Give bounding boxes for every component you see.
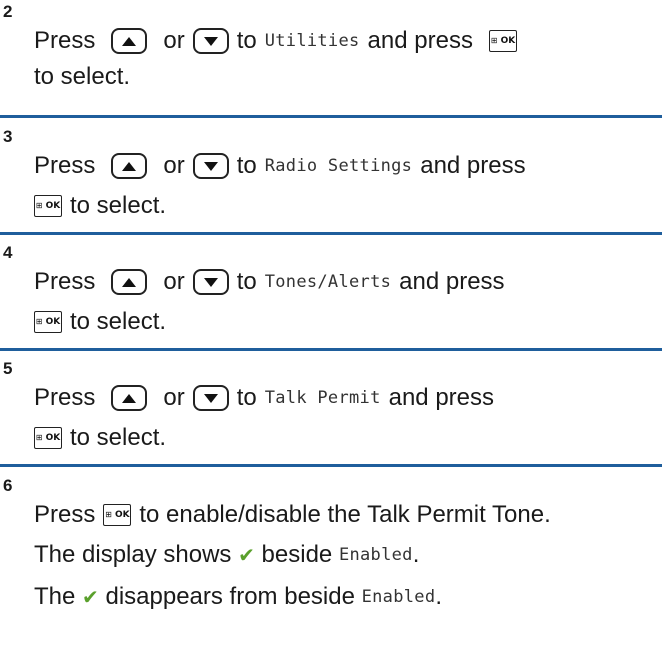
step-text: The — [34, 583, 76, 610]
separator — [0, 348, 662, 351]
up-arrow-button-icon — [111, 28, 148, 54]
result-disabled: The ✔ disappears from beside Enabled. — [34, 580, 442, 614]
step-line-1: Press ⊞ OK to enable/disable the Talk Pe… — [34, 498, 551, 532]
step-number: 2 — [3, 2, 13, 21]
step-text: to — [236, 27, 257, 54]
step-text: Press — [34, 268, 96, 295]
step-text: or — [163, 384, 185, 411]
menu-ok-button-icon: ⊞ OK — [34, 195, 62, 217]
menu-item-name: Enabled — [338, 545, 413, 565]
step-text: to select. — [70, 192, 167, 219]
step-text: or — [163, 268, 185, 295]
separator — [0, 232, 662, 235]
checkmark-icon: ✔ — [238, 544, 255, 567]
step-number: 5 — [3, 359, 13, 378]
step-text: beside — [261, 541, 333, 568]
step-text: . — [435, 583, 443, 610]
menu-item-name: Radio Settings — [264, 156, 413, 176]
menu-item-name: Enabled — [361, 587, 436, 607]
menu-ok-button-icon: ⊞ OK — [488, 30, 517, 52]
step-text: to — [236, 384, 257, 411]
step-text: or — [163, 27, 185, 54]
step-text: to — [236, 268, 257, 295]
step-text: or — [163, 152, 185, 179]
step-text: to enable/disable the Talk Permit Tone. — [139, 501, 551, 528]
step-text: Press — [34, 27, 96, 54]
step-line-2: to select. — [34, 60, 130, 94]
step-line-1: Press or to Radio Settings and press — [34, 149, 526, 183]
step-number: 4 — [3, 243, 13, 262]
up-arrow-button-icon — [111, 153, 148, 179]
separator — [0, 115, 662, 118]
step-line-1: Press or to Utilities and press ⊞ OK — [34, 24, 517, 58]
step-text: Press — [34, 501, 96, 528]
step-text: and press — [420, 152, 526, 179]
step-text: disappears from beside — [105, 583, 355, 610]
menu-ok-button-icon: ⊞ OK — [34, 311, 62, 333]
step-text: to select. — [70, 424, 167, 451]
checkmark-icon: ✔ — [82, 586, 99, 609]
step-line-2: ⊞ OK to select. — [34, 189, 166, 223]
menu-ok-button-icon: ⊞ OK — [103, 504, 132, 526]
down-arrow-button-icon — [192, 269, 229, 295]
step-text: Press — [34, 152, 96, 179]
step-text: and press — [388, 384, 495, 411]
menu-item-name: Utilities — [264, 31, 360, 51]
step-text: to — [236, 152, 257, 179]
step-text: The display shows — [34, 541, 232, 568]
step-text: to select. — [34, 63, 131, 90]
step-text: and press — [367, 27, 473, 54]
step-text: Press — [34, 384, 96, 411]
separator — [0, 464, 662, 467]
step-line-2: ⊞ OK to select. — [34, 305, 166, 339]
step-number: 3 — [3, 127, 13, 146]
result-enabled: The display shows ✔ beside Enabled. — [34, 538, 419, 572]
up-arrow-button-icon — [111, 269, 148, 295]
down-arrow-button-icon — [192, 385, 229, 411]
menu-item-name: Tones/Alerts — [264, 272, 392, 292]
up-arrow-button-icon — [111, 385, 148, 411]
step-text: . — [412, 541, 420, 568]
menu-item-name: Talk Permit — [264, 388, 381, 408]
step-line-1: Press or to Tones/Alerts and press — [34, 265, 505, 299]
down-arrow-button-icon — [192, 153, 229, 179]
step-text: and press — [399, 268, 505, 295]
step-text: to select. — [70, 308, 167, 335]
step-line-2: ⊞ OK to select. — [34, 421, 166, 455]
step-number: 6 — [3, 476, 13, 495]
step-line-1: Press or to Talk Permit and press — [34, 381, 494, 415]
down-arrow-button-icon — [192, 28, 229, 54]
menu-ok-button-icon: ⊞ OK — [34, 427, 62, 449]
